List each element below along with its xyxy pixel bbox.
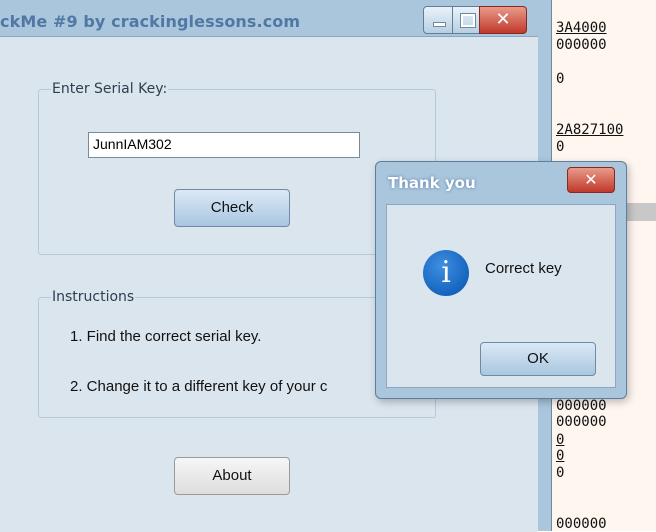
instruction-line: 1. Find the correct serial key. (70, 328, 262, 345)
thank-you-dialog: Thank you ✕ i Correct key OK (375, 161, 627, 399)
close-glyph: ✕ (495, 9, 511, 30)
background-text-line: 0 (556, 432, 565, 448)
close-glyph: ✕ (584, 170, 598, 189)
background-text-line: 0 (556, 139, 565, 155)
background-text-line: 000000 (556, 516, 607, 532)
about-button[interactable]: About (174, 457, 290, 495)
background-text-line: 3A4000 (556, 20, 607, 36)
background-text-line: 0 (556, 71, 565, 87)
dialog-client-area: i Correct key OK (386, 204, 616, 388)
background-text-line: 000000 (556, 414, 607, 430)
background-text-line: 0 (556, 448, 565, 464)
serial-key-legend: Enter Serial Key: (52, 81, 168, 97)
background-text-line: 000000 (556, 398, 607, 414)
ok-button[interactable]: OK (480, 342, 596, 376)
window-title: ckMe #9 by crackinglessons.com (0, 12, 301, 31)
serial-key-input[interactable]: JunnIAM302 (88, 132, 360, 158)
background-scroll-bar (626, 203, 656, 221)
background-text-line: 2A827100 (556, 122, 624, 138)
maximize-icon[interactable] (452, 6, 480, 34)
instruction-line: 2. Change it to a different key of your … (70, 378, 328, 395)
dialog-title: Thank you (388, 174, 476, 192)
info-icon: i (423, 250, 469, 296)
instructions-legend: Instructions (52, 289, 135, 305)
background-text-line: 000000 (556, 37, 607, 53)
window-controls: ✕ (423, 6, 527, 36)
close-icon[interactable]: ✕ (479, 6, 527, 34)
dialog-message: Correct key (485, 260, 562, 277)
background-text-line: 0 (556, 465, 565, 481)
minimize-icon[interactable] (423, 6, 453, 34)
check-button[interactable]: Check (174, 189, 290, 227)
close-icon[interactable]: ✕ (567, 167, 615, 193)
